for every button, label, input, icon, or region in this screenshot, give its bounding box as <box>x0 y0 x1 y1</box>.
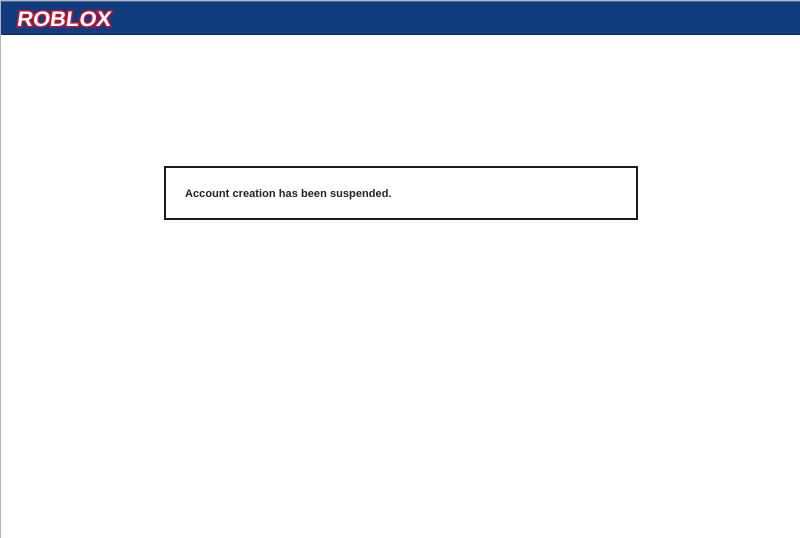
page-frame: ROBLOX Account creation has been suspend… <box>0 0 800 538</box>
status-message-box: Account creation has been suspended. <box>164 166 638 220</box>
roblox-logo-wordmark: ROBLOX <box>16 8 113 31</box>
top-navigation-bar: ROBLOX <box>1 1 800 35</box>
roblox-logo-icon: ROBLOX <box>14 7 114 31</box>
roblox-logo-link[interactable]: ROBLOX <box>14 7 114 31</box>
status-message-text: Account creation has been suspended. <box>185 188 392 200</box>
